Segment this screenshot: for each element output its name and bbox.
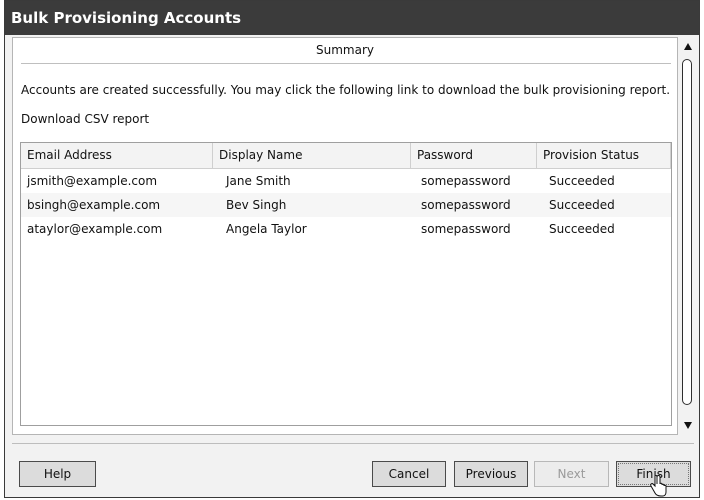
column-header-password[interactable]: Password [411,143,537,168]
previous-button[interactable]: Previous [454,461,528,487]
cell-provision-status: Succeeded [549,198,615,212]
next-button[interactable]: Next [534,461,609,487]
cell-password: somepassword [421,174,511,188]
column-header-display-name[interactable]: Display Name [213,143,411,168]
cell-password: somepassword [421,222,511,236]
wizard-dialog: Bulk Provisioning Accounts Summary Accou… [4,0,700,498]
scrollbar-thumb[interactable] [682,59,692,405]
cell-email: jsmith@example.com [27,174,158,188]
success-message: Accounts are created successfully. You m… [21,83,671,97]
help-button[interactable]: Help [19,461,96,487]
cell-provision-status: Succeeded [549,174,615,188]
scroll-up-icon[interactable] [684,43,692,50]
download-csv-link[interactable]: Download CSV report [21,112,149,126]
column-header-email[interactable]: Email Address [21,143,213,168]
cell-display-name: Jane Smith [226,174,291,188]
column-header-provision-status[interactable]: Provision Status [537,143,671,168]
cell-display-name: Bev Singh [226,198,287,212]
cell-provision-status: Succeeded [549,222,615,236]
scroll-down-icon[interactable] [684,422,692,429]
hand-pointer-icon [650,475,667,497]
wizard-content-panel: Summary Accounts are created successfull… [12,37,678,435]
step-title: Summary [316,43,374,57]
cancel-button[interactable]: Cancel [372,461,446,487]
dialog-title: Bulk Provisioning Accounts [5,1,699,35]
cell-password: somepassword [421,198,511,212]
cell-email: ataylor@example.com [27,222,163,236]
table-row[interactable]: jsmith@example.com Jane Smith somepasswo… [21,169,671,193]
table-row[interactable]: ataylor@example.com Angela Taylor somepa… [21,217,671,241]
button-bar-divider [12,443,694,444]
cell-email: bsingh@example.com [27,198,161,212]
accounts-table: Email Address Display Name Password Prov… [20,142,672,426]
table-row[interactable]: bsingh@example.com Bev Singh somepasswor… [21,193,671,217]
vertical-scrollbar[interactable] [681,37,695,435]
cell-display-name: Angela Taylor [226,222,307,236]
step-divider [21,63,671,64]
table-header: Email Address Display Name Password Prov… [21,143,671,169]
